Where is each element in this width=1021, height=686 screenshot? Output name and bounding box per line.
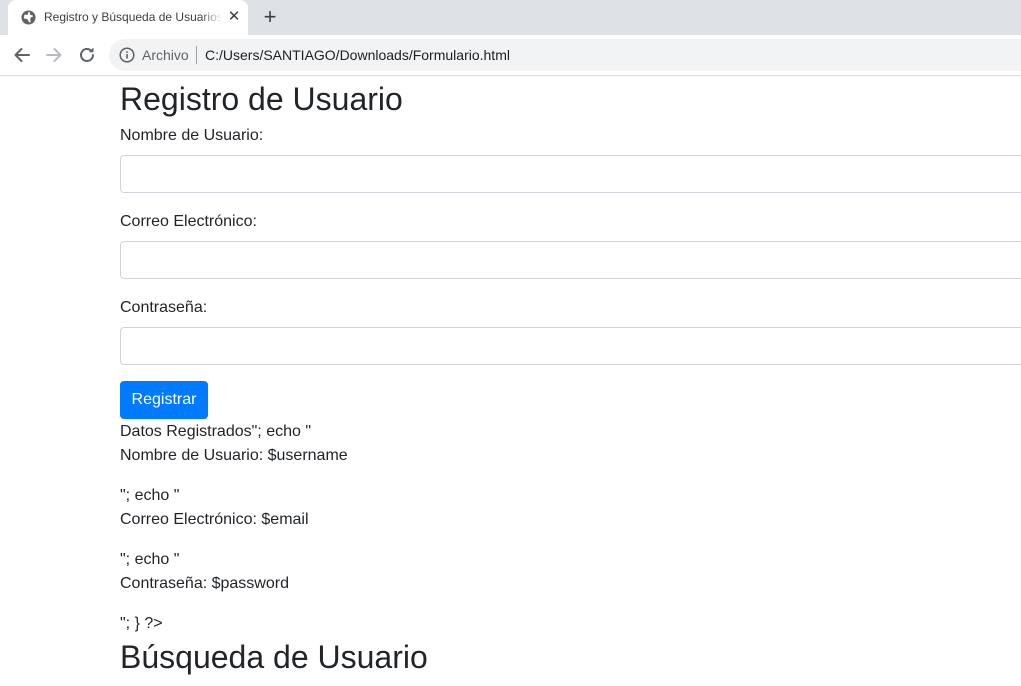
register-button[interactable]: Registrar (120, 381, 208, 419)
forward-arrow-icon[interactable] (43, 44, 65, 66)
output-line-password: Contraseña: $password (120, 575, 289, 592)
reload-icon[interactable] (76, 44, 98, 66)
file-scheme-chip: Archivo (142, 47, 189, 63)
address-bar[interactable]: Archivo C:/Users/SANTIAGO/Downloads/Form… (109, 39, 1021, 71)
email-input[interactable] (120, 241, 1021, 279)
plus-icon[interactable]: + (258, 6, 282, 30)
username-label: Nombre de Usuario: (120, 127, 264, 144)
close-icon[interactable]: ✕ (225, 8, 243, 26)
password-input[interactable] (120, 327, 1021, 365)
url-text[interactable]: C:/Users/SANTIAGO/Downloads/Formulario.h… (205, 47, 510, 63)
browser-toolbar: Archivo C:/Users/SANTIAGO/Downloads/Form… (0, 35, 1021, 76)
output-line-php-close: "; } ?> (120, 615, 163, 632)
back-arrow-icon[interactable] (11, 44, 33, 66)
output-line-echo-1: "; echo " (120, 487, 180, 504)
omnibox-divider (196, 46, 197, 64)
info-icon[interactable] (119, 47, 135, 63)
search-heading: Búsqueda de Usuario (120, 639, 428, 675)
browser-tab[interactable]: Registro y Búsqueda de Usuarios ✕ (8, 0, 248, 35)
output-line-registered: Datos Registrados"; echo " (120, 423, 312, 440)
registration-heading: Registro de Usuario (120, 81, 403, 117)
tab-strip: Registro y Búsqueda de Usuarios ✕ + (0, 0, 1021, 35)
output-line-username: Nombre de Usuario: $username (120, 447, 348, 464)
output-line-email: Correo Electrónico: $email (120, 511, 309, 528)
username-input[interactable] (120, 155, 1021, 193)
tab-title: Registro y Búsqueda de Usuarios (44, 10, 222, 24)
password-label: Contraseña: (120, 299, 208, 316)
output-line-echo-2: "; echo " (120, 551, 180, 568)
email-label: Correo Electrónico: (120, 213, 257, 230)
globe-icon (21, 10, 36, 25)
